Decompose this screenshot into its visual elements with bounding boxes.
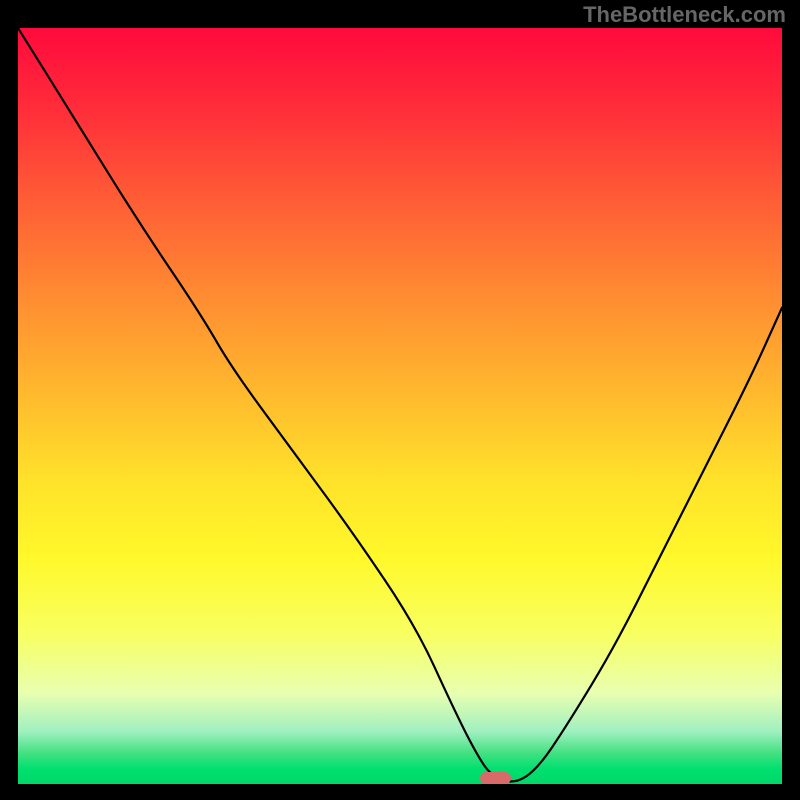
optimal-marker bbox=[480, 772, 511, 784]
curve-path bbox=[18, 28, 782, 781]
watermark-text: TheBottleneck.com bbox=[583, 2, 786, 28]
bottleneck-curve bbox=[18, 28, 782, 784]
plot-area bbox=[18, 28, 782, 784]
